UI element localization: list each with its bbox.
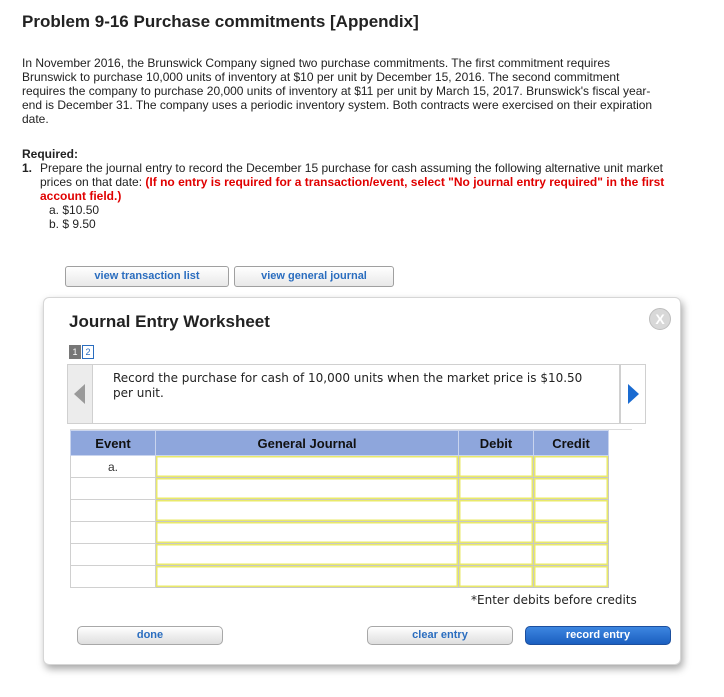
column-header-debit: Debit: [458, 430, 534, 456]
credit-input[interactable]: [533, 477, 609, 500]
credit-input[interactable]: [533, 543, 609, 566]
view-general-journal-button[interactable]: view general journal: [234, 266, 394, 287]
instruction-text: Record the purchase for cash of 10,000 u…: [113, 371, 583, 400]
event-cell: [70, 543, 156, 566]
done-button[interactable]: done: [77, 626, 223, 645]
record-entry-button[interactable]: record entry: [525, 626, 671, 645]
table-row: a.: [70, 455, 609, 478]
chevron-left-icon: [74, 384, 85, 404]
worksheet-title: Journal Entry Worksheet: [69, 312, 270, 331]
account-input[interactable]: [155, 477, 459, 500]
table-row: [70, 521, 609, 544]
debit-input[interactable]: [458, 565, 534, 588]
column-header-general-journal: General Journal: [155, 430, 459, 456]
option-b: b. $ 9.50: [49, 217, 96, 231]
credit-input[interactable]: [533, 455, 609, 478]
table-row: [70, 565, 609, 588]
table-row: [70, 477, 609, 500]
page-1-indicator[interactable]: 1: [69, 345, 81, 359]
problem-intro: In November 2016, the Brunswick Company …: [22, 56, 653, 126]
required-number: 1.: [22, 161, 33, 175]
credit-input[interactable]: [533, 521, 609, 544]
account-input[interactable]: [155, 455, 459, 478]
account-input[interactable]: [155, 543, 459, 566]
instruction-box: Record the purchase for cash of 10,000 u…: [92, 364, 620, 424]
required-item: 1. Prepare the journal entry to record t…: [22, 161, 672, 231]
chevron-right-icon: [628, 384, 639, 404]
event-cell: [70, 565, 156, 588]
debit-input[interactable]: [458, 499, 534, 522]
required-heading: Required:: [22, 147, 79, 161]
view-transaction-list-button[interactable]: view transaction list: [65, 266, 229, 287]
debits-before-credits-note: *Enter debits before credits: [471, 593, 637, 607]
previous-button[interactable]: [67, 364, 93, 424]
debit-input[interactable]: [458, 521, 534, 544]
event-cell: [70, 499, 156, 522]
debit-input[interactable]: [458, 477, 534, 500]
page-title: Problem 9-16 Purchase commitments [Appen…: [22, 12, 419, 31]
debit-input[interactable]: [458, 455, 534, 478]
page-2-indicator[interactable]: 2: [82, 345, 94, 359]
table-header-row: Event General Journal Debit Credit: [70, 430, 609, 456]
account-input[interactable]: [155, 565, 459, 588]
clear-entry-button[interactable]: clear entry: [367, 626, 513, 645]
event-cell: [70, 477, 156, 500]
column-header-credit: Credit: [533, 430, 609, 456]
option-a: a. $10.50: [49, 203, 100, 217]
journal-entry-worksheet: Journal Entry Worksheet X 1 2 Record the…: [43, 297, 681, 665]
column-header-event: Event: [70, 430, 156, 456]
account-input[interactable]: [155, 521, 459, 544]
account-input[interactable]: [155, 499, 459, 522]
table-row: [70, 499, 609, 522]
journal-table: Event General Journal Debit Credit a.: [70, 430, 609, 588]
event-cell: [70, 521, 156, 544]
debit-input[interactable]: [458, 543, 534, 566]
event-cell: a.: [70, 455, 156, 478]
credit-input[interactable]: [533, 499, 609, 522]
credit-input[interactable]: [533, 565, 609, 588]
next-button[interactable]: [620, 364, 646, 424]
close-icon[interactable]: X: [649, 308, 671, 330]
table-row: [70, 543, 609, 566]
